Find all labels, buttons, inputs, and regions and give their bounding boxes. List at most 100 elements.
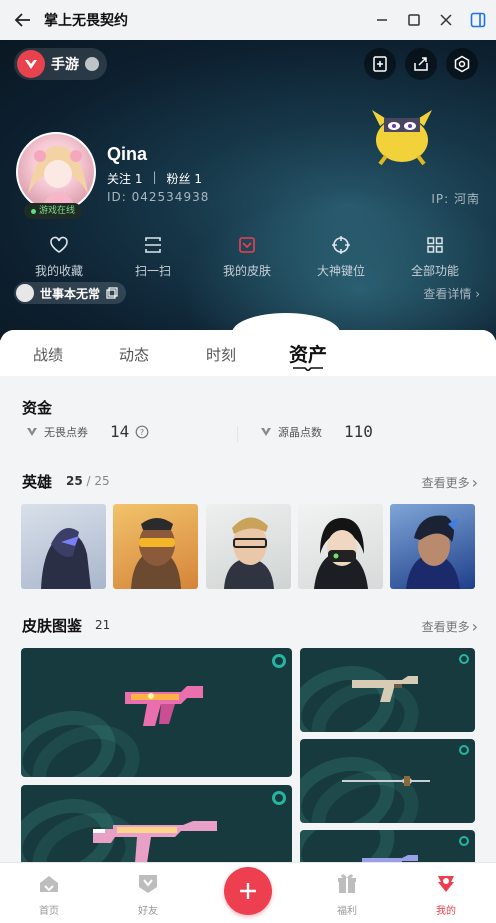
skin-card[interactable] (21, 648, 292, 777)
quick-action-label: 我的收藏 (34, 264, 83, 278)
copy-icon (106, 287, 118, 299)
tab-moments[interactable]: 时刻 (206, 344, 236, 365)
close-icon (440, 14, 452, 26)
create-post-button[interactable] (224, 867, 272, 915)
hero-card[interactable] (113, 504, 198, 589)
radianite-points-icon (261, 427, 271, 436)
see-more-label: 查看更多 (421, 620, 470, 634)
profile-header: 手游 游戏在线 Qina 关注 1 | 粉丝 1 ID: 042534938 I… (0, 40, 496, 340)
motto-avatar (16, 284, 34, 302)
avatar[interactable] (16, 132, 96, 212)
gear-icon (454, 55, 470, 73)
back-button[interactable] (6, 0, 40, 40)
profile-name: Qina (107, 144, 148, 164)
skin-tier-icon (272, 654, 286, 668)
hero-card[interactable] (298, 504, 383, 589)
heroes-count: 25 / 25 (66, 474, 110, 488)
nav-home[interactable]: 首页 (19, 872, 79, 917)
minimize-button[interactable] (372, 10, 392, 30)
arrow-left-icon (14, 13, 30, 27)
scan-icon (145, 237, 161, 253)
tab-assets[interactable]: 资产 (289, 340, 327, 367)
skin-icon (239, 237, 255, 253)
nav-profile[interactable]: 我的 (416, 872, 476, 917)
motto-badge[interactable]: 世事本无常 (14, 282, 127, 304)
quick-action-keybinds[interactable]: 大神键位 (301, 234, 381, 279)
close-button[interactable] (436, 10, 456, 30)
add-card-button[interactable] (364, 48, 396, 80)
nav-friends[interactable]: 好友 (118, 872, 178, 917)
valorant-logo-icon (17, 50, 45, 78)
tab-bar: 战绩 动态 时刻 资产 (0, 330, 496, 376)
hero-card[interactable] (390, 504, 475, 589)
mascot-sticker (372, 110, 432, 166)
skins-see-more-link[interactable]: 查看更多 › (422, 617, 478, 636)
skins-title: 皮肤图鉴 (22, 617, 83, 635)
heroes-owned: 25 (66, 474, 83, 488)
quick-action-skins[interactable]: 我的皮肤 (207, 234, 287, 279)
fund-item-radianite: 源晶点数 110 (260, 422, 373, 441)
chevron-right-icon: › (471, 617, 478, 636)
skin-card[interactable] (300, 830, 475, 862)
chevron-right-icon: › (471, 473, 478, 492)
valorant-points-icon (27, 427, 37, 436)
skin-tier-icon (459, 654, 469, 664)
sidebar-toggle-button[interactable] (468, 10, 488, 30)
grid-icon (427, 237, 443, 253)
online-status-text: 游戏在线 (39, 206, 76, 216)
hero-card[interactable] (206, 504, 291, 589)
melee-skin-image (342, 776, 430, 786)
nav-label: 首页 (39, 906, 59, 917)
heart-icon (50, 236, 68, 253)
motto-text: 世事本无常 (40, 286, 101, 301)
nav-label: 福利 (337, 906, 357, 917)
nav-benefits[interactable]: 福利 (317, 872, 377, 917)
home-icon (40, 876, 58, 892)
see-detail-link[interactable]: 查看详情 › (423, 285, 480, 302)
skin-card[interactable] (21, 785, 292, 862)
skin-card[interactable] (300, 739, 475, 823)
nav-label: 我的 (436, 906, 456, 917)
pistol-skin-image (352, 676, 418, 702)
gift-icon (338, 874, 356, 893)
assets-panel: 战绩 动态 时刻 资产 资金 无畏点券 14 ? 源晶点数 110 英雄 25 … (0, 330, 496, 862)
quick-action-scan[interactable]: 扫一扫 (113, 234, 193, 279)
share-button[interactable] (405, 48, 437, 80)
nav-label: 好友 (138, 906, 158, 917)
quick-action-label: 大神键位 (316, 264, 365, 278)
game-switch[interactable]: 手游 (14, 48, 107, 80)
bottom-nav: 首页 好友 福利 我的 (0, 862, 496, 923)
quick-action-favorites[interactable]: 我的收藏 (19, 234, 99, 279)
ip-location: IP: 河南 (431, 192, 480, 206)
tab-feed[interactable]: 动态 (119, 344, 149, 365)
online-status-badge: 游戏在线 (24, 203, 83, 219)
online-dot-icon (31, 208, 36, 214)
settings-button[interactable] (446, 48, 478, 80)
followers-count[interactable]: 粉丝 1 (167, 170, 202, 187)
profile-icon (438, 876, 454, 892)
quick-action-label: 扫一扫 (134, 264, 171, 278)
see-more-label: 查看更多 (421, 476, 470, 490)
hero-card[interactable] (21, 504, 106, 589)
swap-icon (85, 57, 99, 71)
following-count[interactable]: 关注 1 (107, 170, 142, 187)
skin-card[interactable] (300, 648, 475, 732)
skin-tier-icon (459, 745, 469, 755)
share-icon (414, 57, 428, 71)
maximize-icon (408, 14, 420, 26)
skin-tier-icon (459, 836, 469, 846)
rifle-skin-image (93, 821, 217, 862)
fund-value: 14 (110, 422, 130, 441)
fund-item-points: 无畏点券 14 ? (26, 422, 149, 441)
stats-divider: | (152, 170, 157, 184)
plus-icon (240, 883, 256, 899)
quick-action-all[interactable]: 全部功能 (395, 234, 475, 279)
tab-record[interactable]: 战绩 (33, 344, 63, 365)
sidebar-icon (470, 12, 486, 28)
skins-count: 21 (95, 618, 111, 632)
heroes-see-more-link[interactable]: 查看更多 › (422, 473, 478, 492)
tab-indicator (293, 367, 323, 371)
help-icon[interactable]: ? (135, 425, 149, 439)
maximize-button[interactable] (404, 10, 424, 30)
quick-action-label: 我的皮肤 (222, 264, 271, 278)
